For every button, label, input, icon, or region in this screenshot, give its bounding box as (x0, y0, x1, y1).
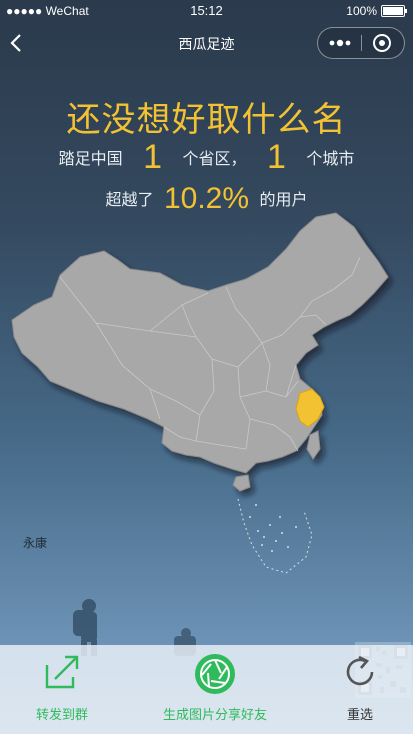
south-sea-dash-line (237, 498, 313, 574)
province-unit: 个省区， (182, 151, 247, 168)
china-map (11, 212, 389, 574)
reselect-label: 重选 (346, 707, 373, 722)
province-count: 1 (143, 138, 163, 176)
close-target-icon (373, 34, 391, 52)
battery-icon (381, 5, 407, 17)
battery-indicator: 100% (346, 4, 407, 18)
forward-to-group-button[interactable]: 转发到群 (18, 645, 106, 734)
close-mini-program-button[interactable] (362, 28, 404, 58)
generate-image-share-button[interactable]: 生成图片分享好友 (140, 645, 290, 734)
hainan-island (232, 474, 251, 492)
reselect-button[interactable]: 重选 (325, 645, 395, 734)
more-dots-icon (329, 39, 351, 47)
visited-prefix: 踏足中国 (58, 151, 123, 168)
generate-image-share-label: 生成图片分享好友 (162, 707, 267, 722)
forward-to-group-label: 转发到群 (35, 707, 88, 722)
battery-percent: 100% (346, 4, 377, 18)
status-bar: ●●●●● WeChat 15:12 100% (0, 0, 413, 22)
refresh-icon (346, 655, 374, 686)
mini-program-capsule (317, 27, 405, 59)
place-label: 永康 (23, 536, 48, 550)
south-sea-islands (249, 504, 297, 552)
zhejiang-province-highlight (295, 388, 325, 428)
share-out-icon (45, 655, 79, 689)
nav-bar: 西瓜足迹 (0, 22, 413, 64)
more-button[interactable] (318, 28, 361, 58)
visited-stats: 踏足中国 1 个省区， 1 个城市 (0, 138, 413, 177)
footprint-title: 还没想好取什么名 (66, 101, 347, 139)
action-bar: 转发到群 生成图片分享好友 重选 (0, 645, 413, 734)
city-unit: 个城市 (306, 151, 355, 168)
city-count: 1 (266, 138, 286, 176)
aperture-icon (195, 654, 235, 694)
